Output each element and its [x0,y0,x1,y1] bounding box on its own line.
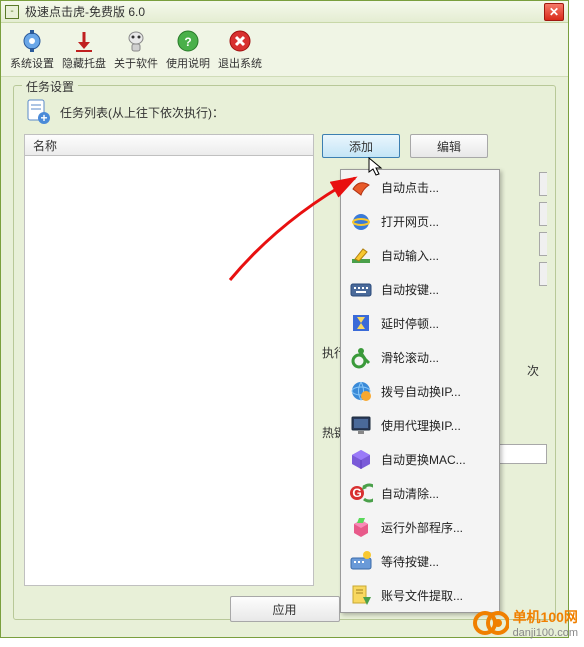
menu-proxy-ip[interactable]: 使用代理换IP... [341,408,499,442]
window-title: 极速点击虎-免费版 6.0 [25,3,544,20]
toolbar-settings[interactable]: 系统设置 [7,27,57,72]
menu-run-external[interactable]: 运行外部程序... [341,510,499,544]
svg-text:+: + [40,111,47,125]
click-icon [349,175,373,199]
list-body[interactable] [24,156,314,586]
toolbar-exit[interactable]: 退出系统 [215,27,265,72]
globe-icon [349,379,373,403]
task-header: + 任务列表(从上往下依次执行)： [24,98,545,126]
menu-scroll[interactable]: 滑轮滚动... [341,340,499,374]
list-column-name[interactable]: 名称 [24,134,314,156]
task-list: 名称 [24,134,314,586]
toolbar-label: 退出系统 [218,55,262,71]
watermark: 单机100网 danji100.com [473,605,578,641]
watermark-text: 单机100网 [513,607,578,627]
menu-auto-click[interactable]: 自动点击... [341,170,499,204]
wheelchair-icon [349,345,373,369]
task-header-text: 任务列表(从上往下依次执行)： [60,104,224,121]
toolbar-label: 系统设置 [10,55,54,71]
pencil-icon [349,243,373,267]
menu-open-webpage[interactable]: 打开网页... [341,204,499,238]
side-button-stub[interactable] [539,262,547,286]
menu-delay[interactable]: 延时停顿... [341,306,499,340]
hotkey-input-stub[interactable] [497,444,547,464]
svg-text:?: ? [184,35,191,49]
box-icon [349,515,373,539]
times-label: 次 [527,362,539,379]
recycle-icon: G [349,481,373,505]
toolbar-label: 隐藏托盘 [62,55,106,71]
menu-auto-input[interactable]: 自动输入... [341,238,499,272]
toolbar-about[interactable]: 关于软件 [111,27,161,72]
svg-text:G: G [352,486,361,500]
document-icon: + [24,98,52,126]
gear-icon [20,29,44,53]
toolbar-help[interactable]: ? 使用说明 [163,27,213,72]
help-icon: ? [176,29,200,53]
menu-dial-ip[interactable]: 拨号自动换IP... [341,374,499,408]
close-button[interactable]: ✕ [544,3,564,21]
menu-wait-key[interactable]: 等待按键... [341,544,499,578]
fieldset-legend: 任务设置 [22,78,78,95]
monitor-icon [349,413,373,437]
menu-auto-clear[interactable]: G自动清除... [341,476,499,510]
menu-change-mac[interactable]: 自动更换MAC... [341,442,499,476]
toolbar-hide-tray[interactable]: 隐藏托盘 [59,27,109,72]
add-button[interactable]: 添加 [322,134,400,158]
download-icon [72,29,96,53]
apply-button[interactable]: 应用 [230,596,340,622]
toolbar-label: 使用说明 [166,55,210,71]
exit-icon [228,29,252,53]
watermark-logo-icon [473,605,509,641]
edit-button[interactable]: 编辑 [410,134,488,158]
side-button-stub[interactable] [539,202,547,226]
watermark-sub: danji100.com [513,627,578,639]
robot-icon [124,29,148,53]
keyboard-icon [349,277,373,301]
toolbar: 系统设置 隐藏托盘 关于软件 ? 使用说明 退出系统 [1,23,568,77]
menu-auto-keypress[interactable]: 自动按键... [341,272,499,306]
ie-icon [349,209,373,233]
toolbar-label: 关于软件 [114,55,158,71]
add-dropdown-menu: 自动点击... 打开网页... 自动输入... 自动按键... 延时停顿... … [340,169,500,613]
titlebar[interactable]: - 极速点击虎-免费版 6.0 ✕ [1,1,568,23]
keyboard-wait-icon [349,549,373,573]
cube-icon [349,447,373,471]
file-extract-icon [349,583,373,607]
hourglass-icon [349,311,373,335]
side-button-stub[interactable] [539,172,547,196]
side-button-stub[interactable] [539,232,547,256]
app-icon: - [5,5,19,19]
